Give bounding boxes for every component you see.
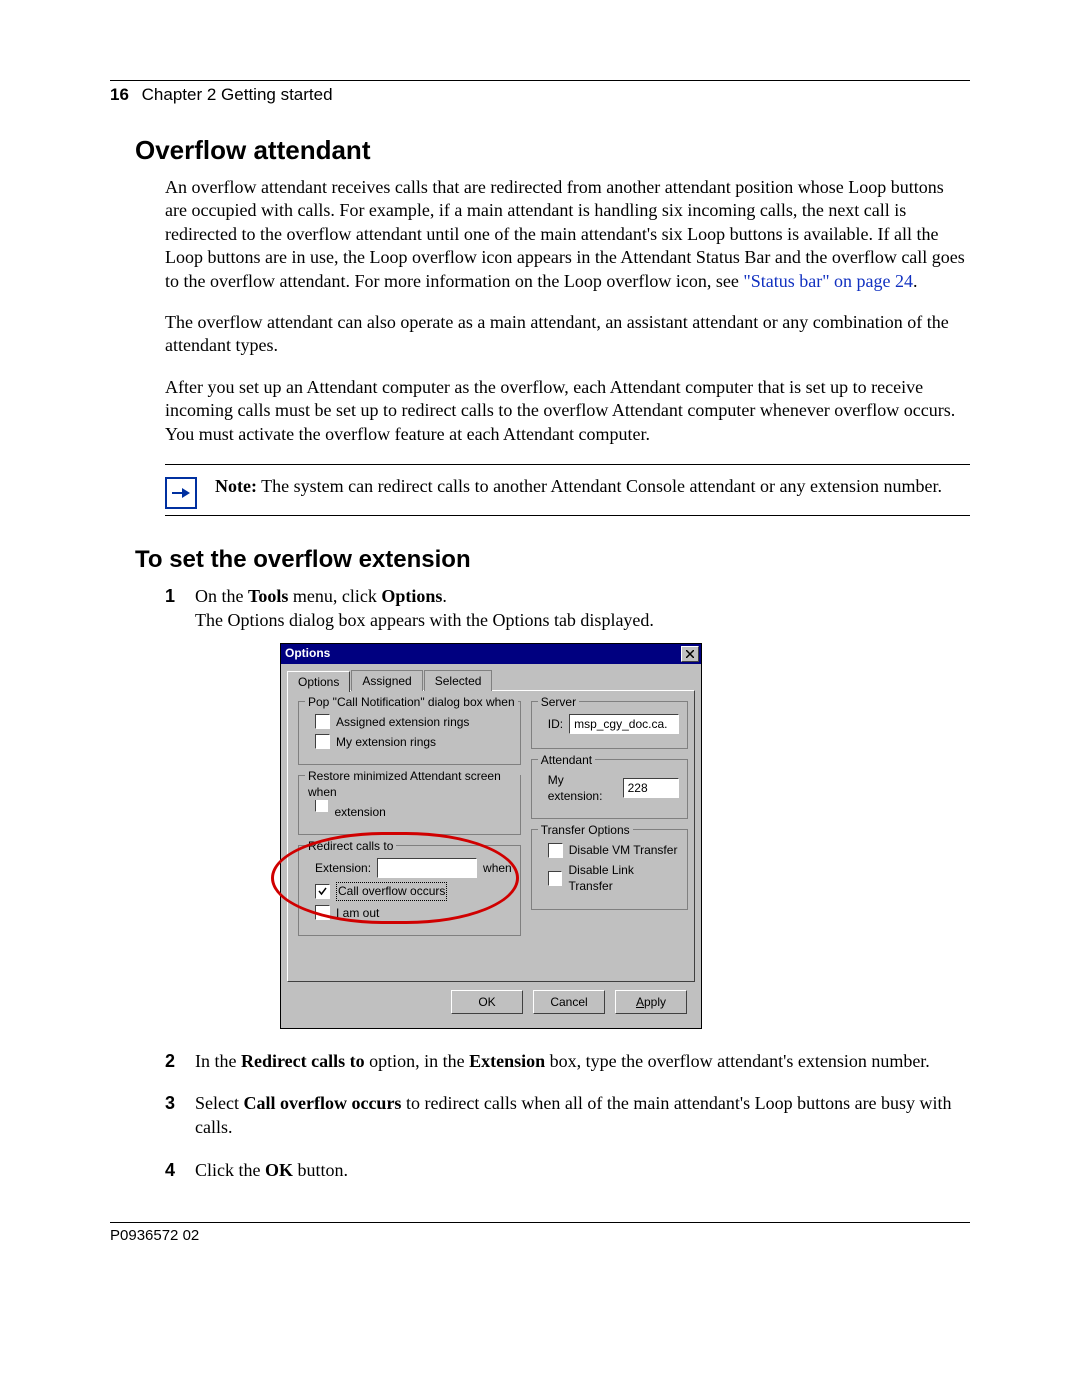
group-pop-call-notification: Pop "Call Notification" dialog box when … [298, 701, 521, 765]
note-block: Note: The system can redirect calls to a… [165, 464, 970, 516]
para-overflow-1: An overflow attendant receives calls tha… [165, 176, 970, 293]
group-attendant: Attendant My extension: 228 [531, 759, 688, 819]
checkbox-disable-link-transfer[interactable]: Disable Link Transfer [548, 862, 679, 894]
heading-to-set-overflow: To set the overflow extension [135, 546, 970, 574]
link-status-bar[interactable]: "Status bar" on page 24 [743, 271, 913, 291]
para-overflow-3: After you set up an Attendant computer a… [165, 376, 970, 446]
options-dialog: Options Options Assigned Selected [280, 643, 702, 1029]
server-id-input[interactable]: msp_cgy_doc.ca. [569, 714, 679, 734]
group-restore-minimized: Restore minimized Attendant screen when … [298, 775, 521, 835]
step-1: 1 On the Tools menu, click Options. The … [165, 584, 970, 1029]
group-transfer-options: Transfer Options Disable VM Transfer Dis… [531, 829, 688, 910]
apply-button[interactable]: Apply [615, 990, 687, 1014]
checkbox-disable-vm-transfer[interactable]: Disable VM Transfer [548, 842, 679, 858]
cancel-button[interactable]: Cancel [533, 990, 605, 1014]
dialog-title: Options [285, 645, 681, 661]
arrow-right-icon [165, 477, 197, 509]
checkbox-call-overflow-occurs[interactable]: Call overflow occurs [315, 882, 512, 900]
checkbox-i-am-out[interactable]: I am out [315, 905, 512, 921]
page-number: 16 [110, 85, 129, 104]
tab-options[interactable]: Options [287, 671, 350, 692]
chapter-label: Chapter 2 Getting started [142, 85, 333, 104]
para-overflow-2: The overflow attendant can also operate … [165, 311, 970, 358]
group-server: Server ID: msp_cgy_doc.ca. [531, 701, 688, 749]
doc-id: P0936572 02 [110, 1227, 970, 1244]
note-label: Note: [215, 476, 257, 496]
dialog-titlebar[interactable]: Options [281, 644, 701, 664]
running-header: 16 Chapter 2 Getting started [110, 85, 970, 105]
extension-input[interactable] [377, 858, 477, 878]
step-4: 4 Click the OK button. [165, 1158, 970, 1182]
note-text: The system can redirect calls to another… [257, 476, 942, 496]
close-button[interactable] [681, 646, 699, 662]
tab-selected[interactable]: Selected [424, 670, 493, 691]
close-icon [686, 650, 694, 658]
my-extension-input[interactable]: 228 [623, 778, 679, 798]
tab-assigned[interactable]: Assigned [351, 670, 422, 691]
ok-button[interactable]: OK [451, 990, 523, 1014]
heading-overflow-attendant: Overflow attendant [135, 135, 970, 166]
step-3: 3 Select Call overflow occurs to redirec… [165, 1091, 970, 1140]
group-redirect-calls: Redirect calls to Extension: when Call o… [298, 845, 521, 935]
checkbox-assigned-ext-rings[interactable]: Assigned extension rings [315, 714, 512, 730]
checkbox-my-ext-rings[interactable]: My extension rings [315, 734, 512, 750]
step-2: 2 In the Redirect calls to option, in th… [165, 1049, 970, 1073]
